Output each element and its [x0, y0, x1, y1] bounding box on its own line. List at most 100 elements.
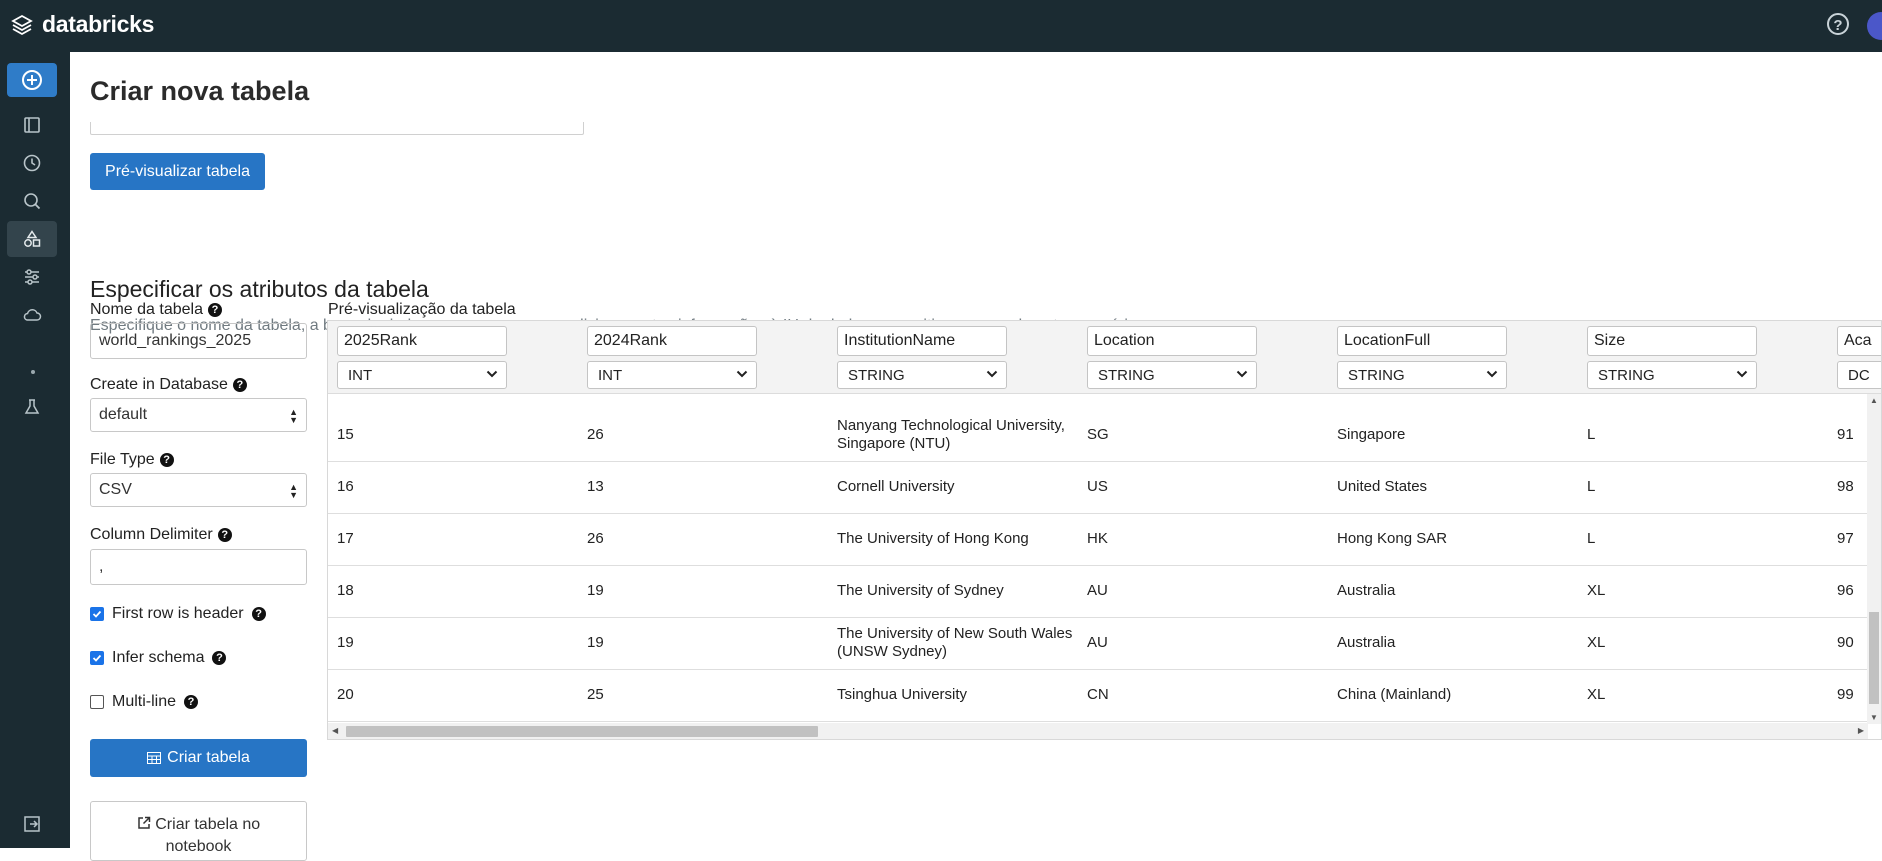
- multiline-option[interactable]: Multi-line ?: [90, 693, 199, 711]
- table-row: 19 19 The University of New South Wales (U…: [328, 617, 1868, 670]
- column-name-input[interactable]: 2024Rank: [587, 326, 757, 356]
- vertical-scrollbar[interactable]: ▲ ▼: [1867, 394, 1881, 724]
- brand-name: databricks: [42, 11, 155, 37]
- table-cell: 99: [1837, 686, 1854, 703]
- column-name-input[interactable]: Location: [1087, 326, 1257, 356]
- databricks-logo-icon: [11, 14, 33, 35]
- horizontal-scroll-thumb[interactable]: [346, 726, 818, 737]
- user-avatar[interactable]: [1867, 12, 1882, 40]
- table-row: 15 26 Nanyang Technological University, Si…: [328, 409, 1868, 462]
- sidebar-collapse[interactable]: [7, 806, 57, 842]
- chevron-down-icon: [486, 370, 498, 378]
- table-cell: HK: [1087, 530, 1108, 547]
- infer-schema-checkbox[interactable]: [90, 651, 104, 665]
- create-table-button[interactable]: Criar tabela: [90, 739, 307, 777]
- chevron-down-icon: [736, 370, 748, 378]
- preview-label: Pré-visualização da tabela: [328, 301, 516, 318]
- column-name-input[interactable]: Aca: [1837, 326, 1881, 356]
- table-cell: Tsinghua University: [837, 686, 968, 703]
- sidebar-workflows[interactable]: [7, 259, 57, 295]
- table-cell: The University of Sydney: [837, 582, 1004, 599]
- infer-schema-label: Infer schema: [112, 649, 205, 666]
- column-type-select[interactable]: STRING: [1087, 361, 1257, 389]
- checkmark-icon: [92, 610, 102, 618]
- help-icon[interactable]: ?: [184, 695, 199, 709]
- question-circle-icon[interactable]: ?: [1827, 13, 1849, 35]
- table-cell: 25: [587, 686, 604, 703]
- column-type-select[interactable]: STRING: [1337, 361, 1507, 389]
- table-cell: Cornell University: [837, 478, 955, 495]
- help-icon[interactable]: ?: [232, 378, 247, 392]
- table-cell: 20: [337, 686, 354, 703]
- database-select[interactable]: default ▲ ▼: [90, 398, 307, 432]
- table-cell: 18: [337, 582, 354, 599]
- chevron-down-icon: [1736, 370, 1748, 378]
- preview-table-button[interactable]: Pré-visualizar tabela: [90, 153, 265, 190]
- chevron-down-icon: [1236, 370, 1248, 378]
- file-type-select-value: CSV: [99, 481, 132, 498]
- sidebar-data[interactable]: [7, 221, 57, 257]
- first-row-header-label: First row is header: [112, 605, 244, 622]
- table-cell: L: [1587, 478, 1596, 495]
- workspace-icon: [24, 117, 40, 133]
- new-button[interactable]: [7, 63, 57, 97]
- file-type-select[interactable]: CSV ▲ ▼: [90, 473, 307, 507]
- external-link-icon: [138, 816, 151, 829]
- help-icon[interactable]: ?: [212, 651, 227, 665]
- left-sidebar: [0, 52, 70, 848]
- help-icon[interactable]: ?: [159, 453, 174, 467]
- table-cell: 19: [337, 634, 354, 651]
- column-name-input[interactable]: 2025Rank: [337, 326, 507, 356]
- table-row: 16 13 Cornell University US United States L 98: [328, 461, 1868, 514]
- search-icon: [24, 193, 41, 210]
- column-type-select[interactable]: INT: [337, 361, 507, 389]
- create-table-notebook-button[interactable]: Criar tabela no notebook: [90, 801, 307, 861]
- sidebar-recents[interactable]: [7, 145, 57, 181]
- scroll-left-icon[interactable]: ◀: [332, 726, 338, 735]
- column-name-input[interactable]: LocationFull: [1337, 326, 1507, 356]
- table-cell: 19: [587, 634, 604, 651]
- table-cell: 97: [1837, 530, 1854, 547]
- help-icon[interactable]: ?: [207, 303, 222, 317]
- column-type-value: INT: [348, 366, 373, 384]
- table-cell: 19: [587, 582, 604, 599]
- sidebar-experiments[interactable]: [7, 389, 57, 425]
- table-icon: [147, 752, 162, 764]
- horizontal-scrollbar[interactable]: ◀ ▶: [328, 723, 1868, 739]
- file-input-partial[interactable]: [90, 122, 584, 135]
- multiline-checkbox[interactable]: [90, 695, 104, 709]
- sidebar-search[interactable]: [7, 183, 57, 219]
- table-cell: Australia: [1337, 582, 1396, 599]
- column-type-select[interactable]: STRING: [1587, 361, 1757, 389]
- sidebar-workspace[interactable]: [7, 107, 57, 143]
- scroll-down-icon[interactable]: ▼: [1870, 713, 1878, 722]
- scroll-right-icon[interactable]: ▶: [1858, 726, 1864, 735]
- scroll-up-icon[interactable]: ▲: [1870, 396, 1878, 405]
- sidebar-compute[interactable]: [7, 297, 57, 333]
- infer-schema-option[interactable]: Infer schema ?: [90, 649, 227, 667]
- table-row: 18 19 The University of Sydney AU Australia X…: [328, 565, 1868, 618]
- table-cell: XL: [1587, 582, 1606, 599]
- table-cell: China (Mainland): [1337, 686, 1452, 703]
- column-type-select[interactable]: STRING: [837, 361, 1007, 389]
- multiline-label: Multi-line: [112, 693, 177, 710]
- column-name-input[interactable]: InstitutionName: [837, 326, 1007, 356]
- help-icon[interactable]: ?: [217, 528, 232, 542]
- table-cell: AU: [1087, 634, 1108, 651]
- column-name-input[interactable]: Size: [1587, 326, 1757, 356]
- column-type-select[interactable]: INT: [587, 361, 757, 389]
- delimiter-input[interactable]: ,: [90, 549, 307, 585]
- vertical-scroll-thumb[interactable]: [1869, 612, 1879, 704]
- first-row-header-option[interactable]: First row is header ?: [90, 605, 266, 623]
- chevron-down-icon: [986, 370, 998, 378]
- help-icon[interactable]: ?: [251, 607, 266, 621]
- column-type-select[interactable]: DC: [1837, 361, 1881, 389]
- chevron-down-icon: [1486, 370, 1498, 378]
- table-cell: The University of New South Wales (UNSW …: [837, 625, 1073, 660]
- table-cell: Australia: [1337, 634, 1396, 651]
- database-select-value: default: [99, 406, 148, 423]
- databricks-logo[interactable]: databricks: [10, 11, 154, 38]
- table-name-input[interactable]: world_rankings_2025: [90, 323, 307, 359]
- preview-rows: 15 26 Nanyang Technological University, Si…: [328, 409, 1868, 722]
- first-row-header-checkbox[interactable]: [90, 607, 104, 621]
